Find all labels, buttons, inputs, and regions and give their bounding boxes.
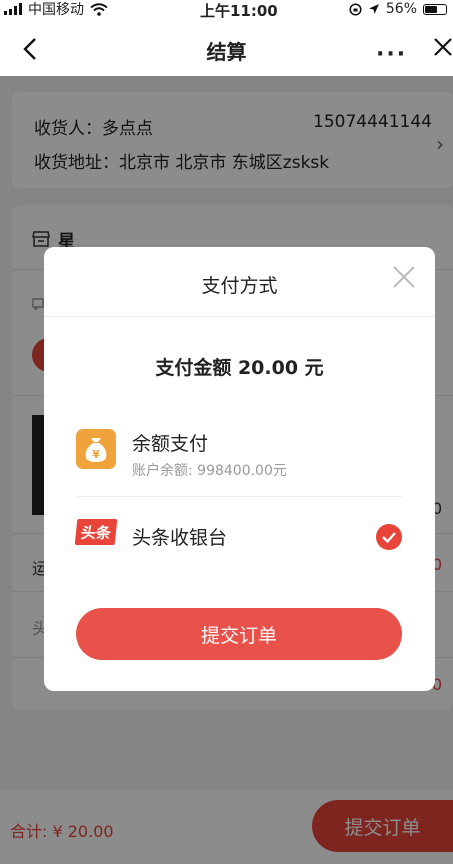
svg-text:¥: ¥ bbox=[92, 448, 100, 461]
orientation-lock-icon bbox=[349, 2, 362, 16]
modal-submit-button[interactable]: 提交订单 bbox=[76, 608, 402, 660]
account-balance: 账户余额: 998400.00元 bbox=[132, 463, 287, 479]
money-bag-icon: ¥ bbox=[76, 429, 116, 469]
balance-pay-option[interactable]: 余额支付 bbox=[132, 429, 208, 456]
payment-modal: 支付方式 支付金额 20.00 元 ¥ 余额支付 账户余额: 998400.00… bbox=[44, 247, 435, 691]
toutiao-logo-icon: 头条 bbox=[74, 519, 118, 545]
more-icon[interactable]: ··· bbox=[376, 42, 407, 67]
status-left: 中国移动 bbox=[4, 0, 108, 18]
battery-percent: 56% bbox=[385, 1, 417, 17]
modal-title: 支付方式 bbox=[201, 275, 278, 297]
status-bar: 中国移动 上午11:00 56% bbox=[0, 0, 453, 20]
modal-divider bbox=[44, 316, 435, 317]
wifi-icon bbox=[90, 2, 108, 16]
payment-amount: 支付金额 20.00 元 bbox=[155, 357, 324, 379]
close-icon[interactable] bbox=[432, 36, 453, 58]
checkmark-icon[interactable] bbox=[376, 524, 402, 550]
location-icon bbox=[368, 4, 379, 14]
option-divider bbox=[76, 496, 402, 497]
nav-bar: 结算 ··· bbox=[0, 20, 453, 76]
toutiao-cashier-option[interactable]: 头条收银台 bbox=[132, 523, 227, 550]
status-right: 56% bbox=[349, 0, 447, 18]
battery-icon bbox=[423, 3, 447, 15]
status-time: 上午11:00 bbox=[200, 2, 278, 20]
close-icon[interactable] bbox=[392, 265, 416, 289]
carrier-label: 中国移动 bbox=[28, 2, 84, 18]
signal-icon bbox=[4, 3, 22, 15]
